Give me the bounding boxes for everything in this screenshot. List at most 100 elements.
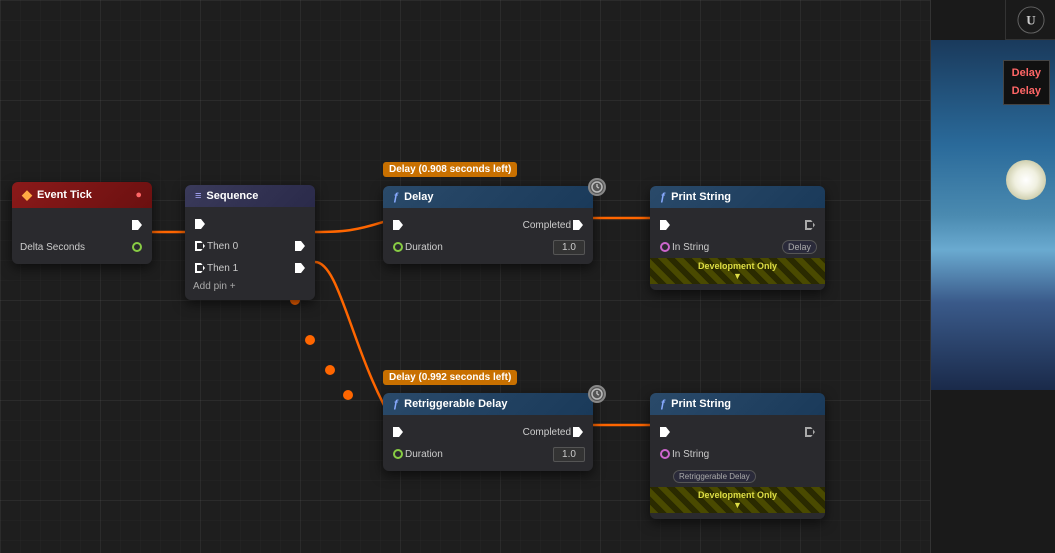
- print-bottom-dev-only-label: Development Only: [698, 490, 777, 500]
- print-bottom-icon: ƒ: [660, 398, 666, 410]
- delay-bottom-body: Completed Duration: [383, 415, 593, 471]
- print-bottom-exec-out-pin[interactable]: [805, 427, 815, 437]
- event-tick-body: Delta Seconds: [12, 208, 152, 264]
- print-top-header: ƒ Print String: [650, 186, 825, 208]
- sequence-exec-in-pin[interactable]: [195, 219, 205, 229]
- clock-svg: [591, 181, 603, 193]
- print-top-title: Print String: [671, 191, 731, 203]
- right-panel: U Delay Delay: [930, 0, 1055, 553]
- delay-top-duration-row: Duration: [383, 236, 593, 258]
- main-container: ◆ Event Tick ● Delta Seconds ≡ Sequence: [0, 0, 1055, 553]
- print-bottom-instring-value[interactable]: Retriggerable Delay: [673, 470, 756, 483]
- delay-bottom-duration-row: Duration: [383, 443, 593, 465]
- delay-bottom-icon: ƒ: [393, 398, 399, 410]
- sequence-body: Then 0 Then 1 Add pin +: [185, 207, 315, 300]
- print-bottom-instring-label: In String: [672, 449, 817, 460]
- tooltip-line2: Delay: [1012, 83, 1041, 101]
- ue-logo-svg: U: [1017, 6, 1045, 34]
- delay-top-completed-label: Completed: [488, 220, 571, 231]
- delay-bottom-duration-pin[interactable]: [393, 449, 403, 459]
- print-top-instring-pin[interactable]: [660, 242, 670, 252]
- print-top-instring-value[interactable]: Delay: [782, 240, 817, 254]
- print-top-instring-row: In String Delay: [650, 236, 825, 258]
- delay-top-timer-badge: Delay (0.908 seconds left): [383, 162, 517, 177]
- svg-text:U: U: [1026, 12, 1036, 27]
- sequence-then1-out-pin[interactable]: [295, 263, 305, 273]
- event-tick-delta-row: Delta Seconds: [12, 236, 152, 258]
- sun: [1006, 160, 1046, 200]
- delay-bottom-header: ƒ Retriggerable Delay: [383, 393, 593, 415]
- delay-top-completed-pin[interactable]: [573, 220, 583, 230]
- event-tick-indicator: ●: [135, 189, 142, 201]
- print-top-instring-label: In String: [672, 242, 779, 253]
- sequence-then1-in-pin[interactable]: [195, 263, 205, 273]
- ue-logo: U: [1005, 0, 1055, 40]
- print-top-dev-only: Development Only ▼: [650, 258, 825, 284]
- event-tick-node[interactable]: ◆ Event Tick ● Delta Seconds: [12, 182, 152, 264]
- sequence-exec-in-row: [185, 213, 315, 235]
- print-bottom-exec-in-pin[interactable]: [660, 427, 670, 437]
- sequence-then0-row: Then 0: [185, 235, 315, 257]
- print-bottom-header: ƒ Print String: [650, 393, 825, 415]
- print-bottom-body: In String Retriggerable Delay Developmen…: [650, 415, 825, 519]
- retriggerable-delay-node[interactable]: ƒ Retriggerable Delay Completed Duration: [383, 393, 593, 471]
- delay-top-icon: ƒ: [393, 191, 399, 203]
- print-top-body: In String Delay Development Only ▼: [650, 208, 825, 290]
- delay-bottom-title: Retriggerable Delay: [404, 398, 507, 410]
- tooltip-box: Delay Delay: [1003, 60, 1050, 105]
- delay-top-exec-in-pin[interactable]: [393, 220, 403, 230]
- print-top-icon: ƒ: [660, 191, 666, 203]
- delay-top-duration-pin[interactable]: [393, 242, 403, 252]
- print-top-exec-out-pin[interactable]: [805, 220, 815, 230]
- delay-top-exec-row: Completed: [383, 214, 593, 236]
- event-tick-diamond: ◆: [22, 187, 32, 203]
- print-string-bottom-node[interactable]: ƒ Print String In String Retriggerable D…: [650, 393, 825, 519]
- sequence-then1-row: Then 1: [185, 257, 315, 279]
- print-string-top-node[interactable]: ƒ Print String In String Delay Developme…: [650, 186, 825, 290]
- print-top-dev-only-label: Development Only: [698, 261, 777, 271]
- delay-top-node[interactable]: ƒ Delay Completed Duration: [383, 186, 593, 264]
- sequence-title: Sequence: [206, 190, 258, 202]
- print-bottom-dev-only-chevron: ▼: [733, 500, 742, 510]
- print-bottom-instring-value-row: Retriggerable Delay: [650, 465, 825, 487]
- sequence-node[interactable]: ≡ Sequence Then 0 Then 1 Add pin +: [185, 185, 315, 300]
- delta-seconds-label: Delta Seconds: [20, 242, 130, 253]
- print-bottom-exec-row: [650, 421, 825, 443]
- clock-bottom-svg: [591, 388, 603, 400]
- sequence-then0-label: Then 0: [207, 241, 293, 252]
- sequence-add-pin[interactable]: Add pin +: [185, 279, 315, 294]
- delay-bottom-duration-input[interactable]: [553, 447, 585, 462]
- delay-bottom-completed-label: Completed: [488, 427, 571, 438]
- event-tick-exec-row: [12, 214, 152, 236]
- delay-top-title: Delay: [404, 191, 433, 203]
- event-tick-exec-out-pin[interactable]: [132, 220, 142, 230]
- delay-top-body: Completed Duration: [383, 208, 593, 264]
- tooltip-line1: Delay: [1012, 65, 1041, 83]
- sequence-then1-label: Then 1: [207, 263, 293, 274]
- delay-top-duration-input[interactable]: [553, 240, 585, 255]
- print-top-exec-in-pin[interactable]: [660, 220, 670, 230]
- print-bottom-instring-row: In String: [650, 443, 825, 465]
- delta-seconds-pin[interactable]: [132, 242, 142, 252]
- sequence-then0-in-pin[interactable]: [195, 241, 205, 251]
- delay-bottom-exec-in-pin[interactable]: [393, 427, 403, 437]
- sequence-then0-out-pin[interactable]: [295, 241, 305, 251]
- delay-bottom-exec-row: Completed: [383, 421, 593, 443]
- delay-bottom-duration-label: Duration: [405, 449, 553, 460]
- delay-top-duration-label: Duration: [405, 242, 553, 253]
- print-top-exec-row: [650, 214, 825, 236]
- print-bottom-dev-only: Development Only ▼: [650, 487, 825, 513]
- sequence-icon: ≡: [195, 190, 201, 202]
- delay-top-header: ƒ Delay: [383, 186, 593, 208]
- delay-top-clock-icon: [588, 178, 606, 196]
- print-top-dev-only-chevron: ▼: [733, 271, 742, 281]
- print-bottom-title: Print String: [671, 398, 731, 410]
- delay-bottom-timer-badge: Delay (0.992 seconds left): [383, 370, 517, 385]
- event-tick-header: ◆ Event Tick ●: [12, 182, 152, 208]
- blueprint-canvas[interactable]: ◆ Event Tick ● Delta Seconds ≡ Sequence: [0, 0, 930, 553]
- event-tick-title: Event Tick: [37, 189, 92, 201]
- sequence-header: ≡ Sequence: [185, 185, 315, 207]
- delay-bottom-completed-pin[interactable]: [573, 427, 583, 437]
- print-bottom-instring-pin[interactable]: [660, 449, 670, 459]
- delay-bottom-clock-icon: [588, 385, 606, 403]
